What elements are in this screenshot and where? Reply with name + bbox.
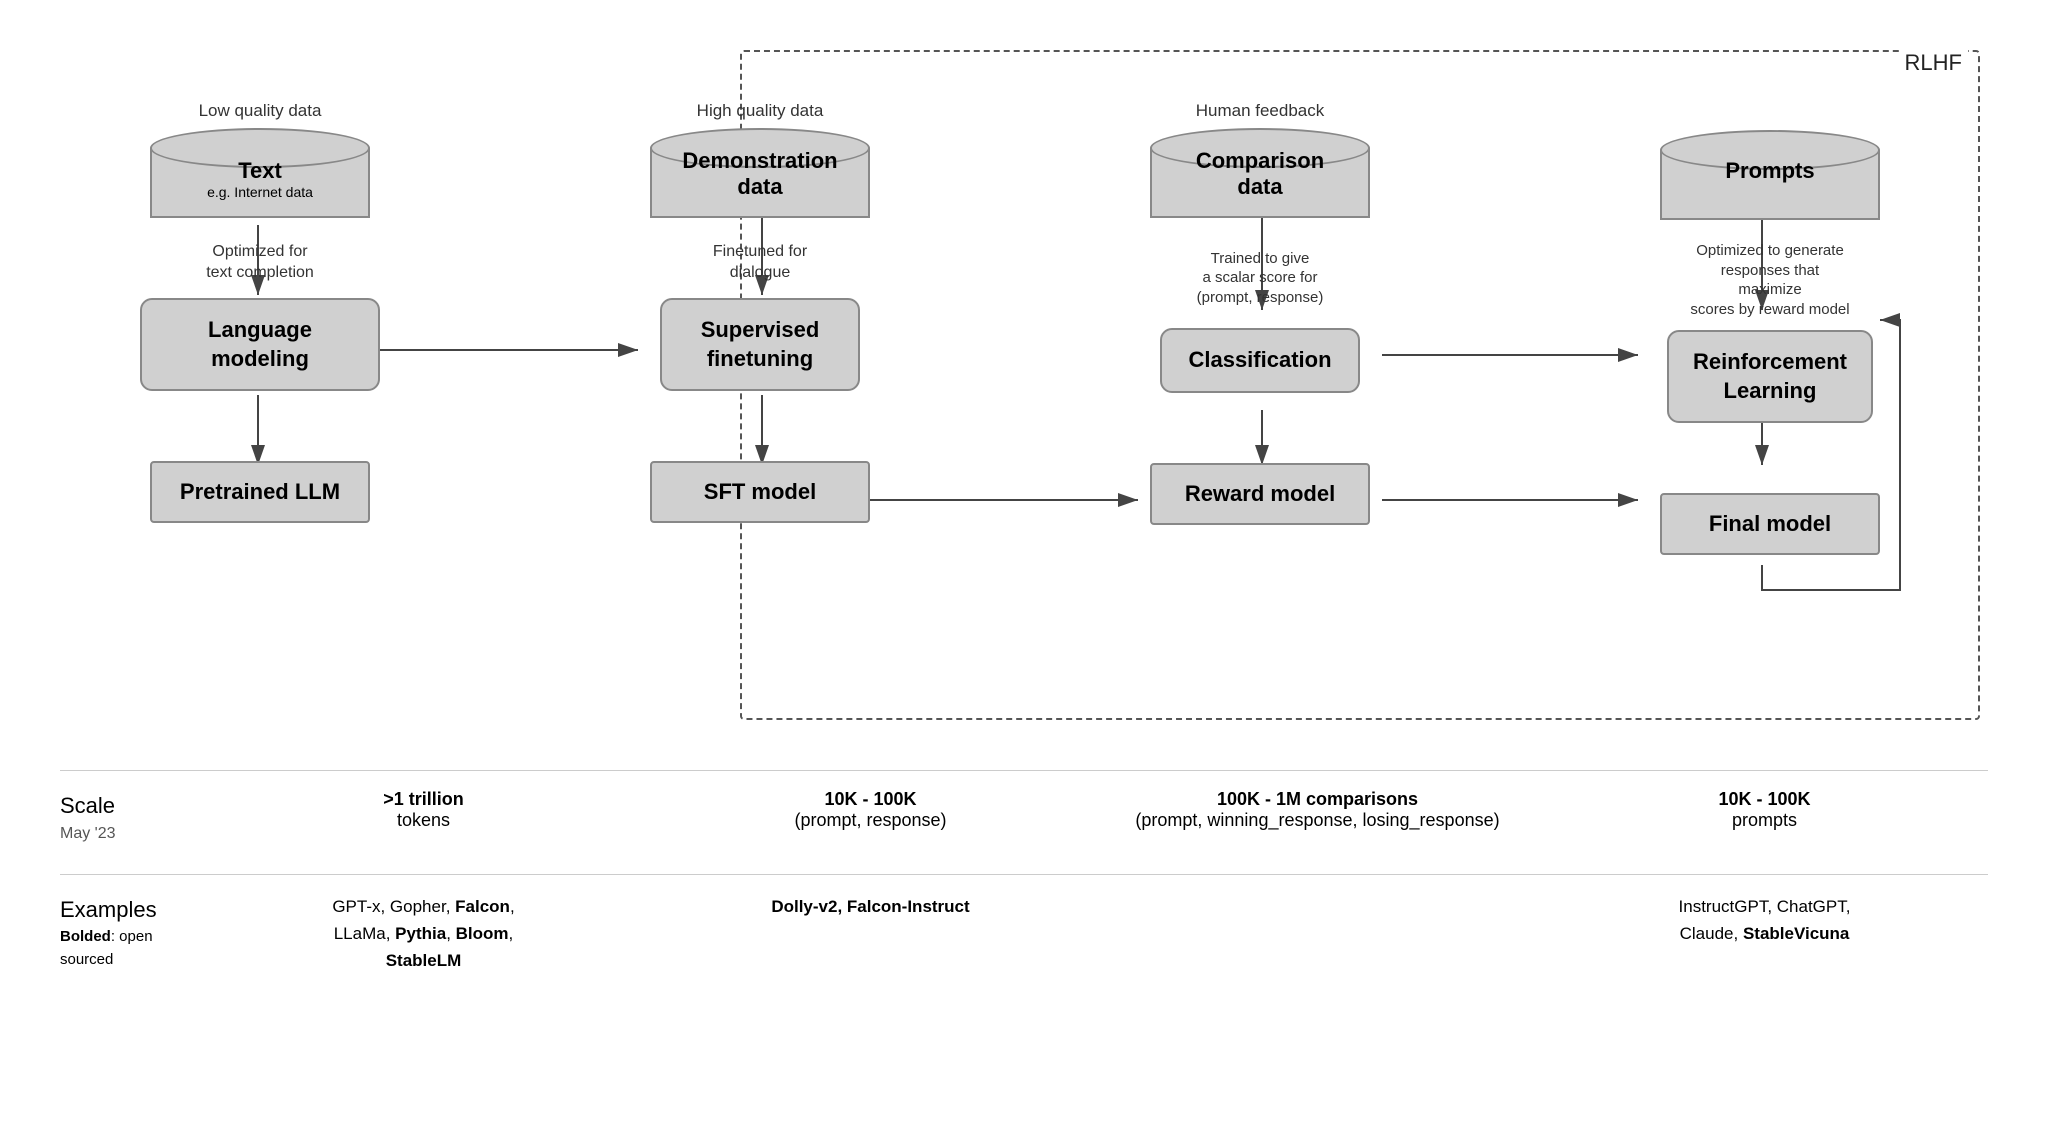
col1-process-label: Language modeling bbox=[208, 317, 312, 371]
example-val-1: GPT-x, Gopher, Falcon,LLaMa, Pythia, Blo… bbox=[200, 893, 647, 975]
col3-process-label: Classification bbox=[1188, 347, 1331, 372]
col4-arrow-label: Optimized to generate responses that max… bbox=[1690, 241, 1850, 319]
col4-output-label: Final model bbox=[1709, 511, 1831, 536]
examples-row: Examples Bolded: opensourced GPT-x, Goph… bbox=[60, 874, 1988, 975]
col1-arrow-label-container: Optimized for text completion bbox=[130, 228, 390, 298]
scale-val-3: 100K - 1M comparisons(prompt, winning_re… bbox=[1094, 789, 1541, 831]
col3-cylinder: Comparisondata bbox=[1150, 128, 1370, 228]
col3-arrow-label-container: Trained to give a scalar score for (prom… bbox=[1130, 228, 1390, 328]
col3-output-label: Reward model bbox=[1185, 481, 1335, 506]
col2-process-label: Supervisedfinetuning bbox=[701, 317, 820, 371]
col2-output-label: SFT model bbox=[704, 479, 816, 504]
example-val-2: Dolly-v2, Falcon-Instruct bbox=[647, 893, 1094, 920]
scale-val-2: 10K - 100K(prompt, response) bbox=[647, 789, 1094, 831]
col4-cylinder: Prompts bbox=[1660, 130, 1880, 230]
scale-row: Scale May '23 >1 trilliontokens 10K - 10… bbox=[60, 770, 1988, 846]
bottom-section: Scale May '23 >1 trilliontokens 10K - 10… bbox=[60, 770, 1988, 975]
col3-output-box: Reward model bbox=[1150, 463, 1370, 525]
col3-arrow-label: Trained to give a scalar score for (prom… bbox=[1197, 249, 1324, 308]
col2-process-box: Supervisedfinetuning bbox=[660, 298, 860, 391]
col2-arrow-label: Finetuned for dialogue bbox=[713, 242, 807, 284]
col2-cylinder-text: Demonstrationdata bbox=[682, 148, 837, 199]
rlhf-label: RLHF bbox=[1899, 50, 1968, 76]
col1-process-box: Language modeling bbox=[140, 298, 380, 391]
col4-cylinder-text: Prompts bbox=[1725, 158, 1814, 183]
examples-label: Examples Bolded: opensourced bbox=[60, 893, 200, 971]
col4: Prompts Optimized to generate responses … bbox=[1630, 100, 1910, 555]
col3-cylinder-text: Comparisondata bbox=[1196, 148, 1324, 199]
col3-above-label: Human feedback bbox=[1196, 100, 1325, 122]
col4-output-box: Final model bbox=[1660, 493, 1880, 555]
diagram-container: RLHF bbox=[0, 0, 2048, 1145]
col1-cylinder-subtext: e.g. Internet data bbox=[150, 184, 370, 201]
col2-output-box: SFT model bbox=[650, 461, 870, 523]
col1-cylinder: Text e.g. Internet data bbox=[150, 128, 370, 228]
col1-output-label: Pretrained LLM bbox=[180, 479, 340, 504]
scale-values: >1 trilliontokens 10K - 100K(prompt, res… bbox=[200, 789, 1988, 831]
col3-process-box: Classification bbox=[1160, 328, 1360, 393]
col1-output-box: Pretrained LLM bbox=[150, 461, 370, 523]
col3: Human feedback Comparisondata Trained to… bbox=[1130, 100, 1390, 525]
col2-cylinder: Demonstrationdata bbox=[650, 128, 870, 228]
col1-arrow-label: Optimized for text completion bbox=[206, 242, 314, 284]
col4-process-box: ReinforcementLearning bbox=[1667, 330, 1873, 423]
col1-cylinder-text: Text bbox=[238, 158, 282, 183]
col2-arrow-label-container: Finetuned for dialogue bbox=[630, 228, 890, 298]
example-val-4: InstructGPT, ChatGPT,Claude, StableVicun… bbox=[1541, 893, 1988, 947]
examples-values: GPT-x, Gopher, Falcon,LLaMa, Pythia, Blo… bbox=[200, 893, 1988, 975]
col4-process-label: ReinforcementLearning bbox=[1693, 349, 1847, 403]
scale-val-4: 10K - 100Kprompts bbox=[1541, 789, 1988, 831]
col1-above-label: Low quality data bbox=[199, 100, 322, 122]
col2: High quality data Demonstrationdata Fine… bbox=[630, 100, 890, 523]
scale-label: Scale May '23 bbox=[60, 789, 200, 846]
col4-arrow-label-container: Optimized to generate responses that max… bbox=[1630, 230, 1910, 330]
col2-above-label: High quality data bbox=[697, 100, 824, 122]
col1: Low quality data Text e.g. Internet data… bbox=[130, 100, 390, 523]
scale-val-1: >1 trilliontokens bbox=[200, 789, 647, 831]
